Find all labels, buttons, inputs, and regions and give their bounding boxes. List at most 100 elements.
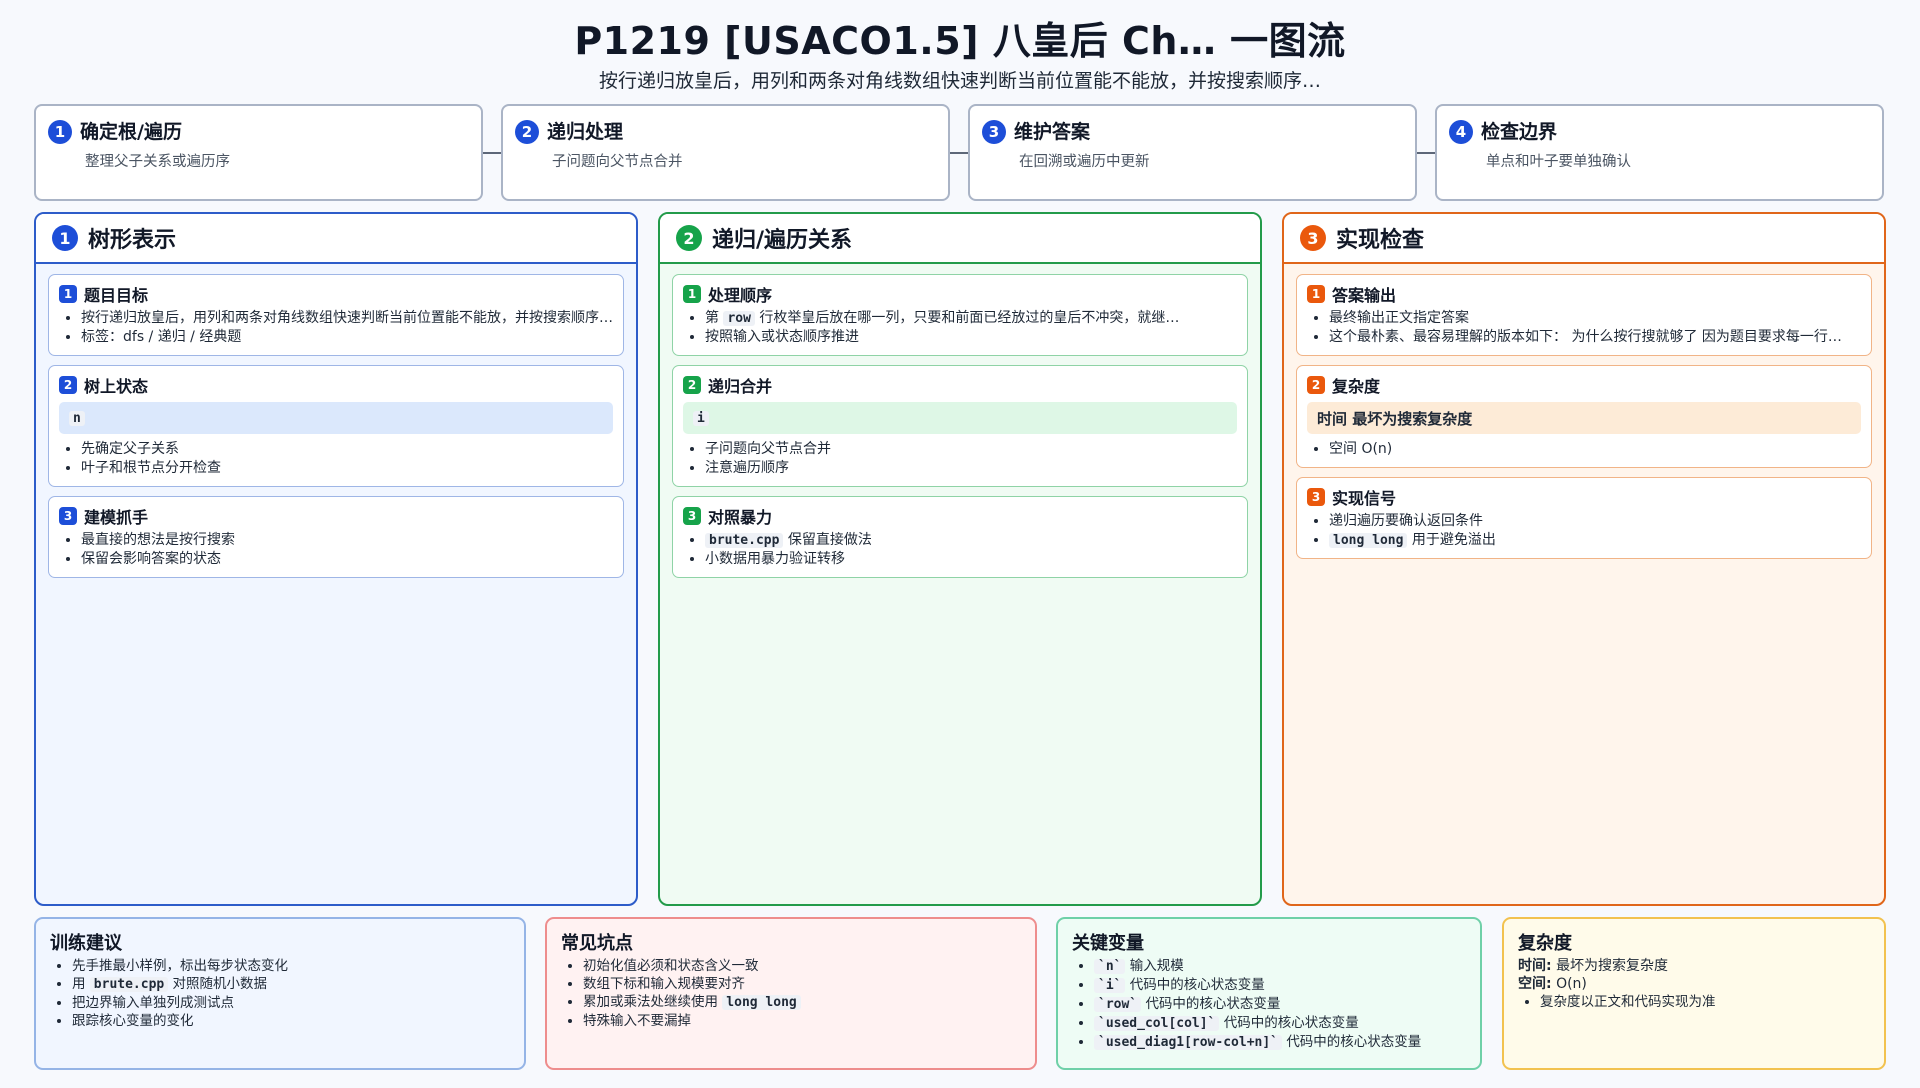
card-number-badge: 1 (59, 285, 77, 303)
column-title: 实现检查 (1336, 228, 1425, 253)
step-number-badge: 4 (1449, 120, 1473, 144)
card-processing-order: 1 处理顺序 第 row 行枚举皇后放在哪一列，只要和前面已经放过的皇后不冲突，就… (672, 274, 1248, 356)
list-item: `i` 代码中的核心状态变量 (1094, 976, 1466, 995)
pitfalls-box: 常见坑点 初始化值必须和状态含义一致 数组下标和输入规模要对齐 累加或乘法处继续… (545, 917, 1037, 1070)
step-description: 子问题向父节点合并 (552, 154, 683, 170)
list-item: `n` 输入规模 (1094, 957, 1466, 976)
card-title: 答案输出 (1332, 286, 1397, 305)
page-subtitle: 按行递归放皇后，用列和两条对角线数组快速判断当前位置能不能放，并按搜索顺序… (598, 70, 1321, 92)
complexity-box: 复杂度 时间: 最坏为搜索复杂度 空间: O(n) 复杂度以正文和代码实现为准 (1502, 917, 1886, 1070)
space-complexity: 空间: O(n) (1518, 975, 1870, 993)
card-title: 递归合并 (708, 377, 773, 396)
list-item: 标签：dfs / 递归 / 经典题 (81, 328, 613, 347)
step-number-badge: 3 (982, 120, 1006, 144)
code-snippet: brute.cpp (705, 533, 784, 548)
list-item: `used_diag1[row-col+n]` 代码中的核心状态变量 (1094, 1033, 1466, 1052)
step-3: 3 维护答案 在回溯或遍历中更新 (968, 104, 1417, 201)
step-title: 检查边界 (1481, 120, 1558, 143)
list-item: 按行递归放皇后，用列和两条对角线数组快速判断当前位置能不能放，并按搜索顺序… (81, 309, 613, 328)
column-title: 树形表示 (88, 228, 177, 253)
card-number-badge: 2 (1307, 376, 1325, 394)
code-snippet: n (69, 410, 85, 426)
list-item: 递归遍历要确认返回条件 (1329, 512, 1861, 531)
value: 最坏为搜索复杂度 (1556, 958, 1669, 974)
list-item: 按照输入或状态顺序推进 (705, 328, 1237, 347)
box-title: 常见坑点 (561, 933, 633, 954)
list-item: `used_col[col]` 代码中的核心状态变量 (1094, 1014, 1466, 1033)
text: 代码中的核心状态变量 (1223, 1015, 1359, 1031)
column-header: 1 树形表示 (36, 214, 636, 264)
header: P1219 [USACO1.5] 八皇后 Ch… 一图流 按行递归放皇后，用列和… (0, 14, 1920, 94)
step-flow: 1 确定根/遍历 整理父子关系或遍历序 2 递归处理 子问题向父节点合并 3 维护答案… (34, 104, 1886, 201)
state-band: n (59, 402, 613, 434)
list-item: 空间 O(n) (1329, 440, 1861, 459)
card-title: 对照暴力 (708, 508, 773, 527)
list-item: 复杂度以正文和代码实现为准 (1540, 993, 1870, 1011)
card-implementation-signal: 3 实现信号 递归遍历要确认返回条件 long long 用于避免溢出 (1296, 477, 1872, 559)
code-snippet: `used_col[col]` (1094, 1016, 1220, 1031)
column-number-badge: 3 (1300, 225, 1326, 251)
code-snippet: `n` (1094, 959, 1126, 974)
time-complexity: 时间: 最坏为搜索复杂度 (1518, 957, 1870, 975)
step-number-badge: 2 (515, 120, 539, 144)
card-title: 复杂度 (1332, 377, 1381, 396)
list-item: 最终输出正文指定答案 (1329, 309, 1861, 328)
card-title: 题目目标 (84, 286, 149, 305)
list-item: 最直接的想法是按行搜索 (81, 531, 613, 550)
step-title: 维护答案 (1014, 120, 1091, 143)
text: 保留直接做法 (787, 532, 872, 548)
page-title: P1219 [USACO1.5] 八皇后 Ch… 一图流 (574, 19, 1346, 63)
text: 代码中的核心状态变量 (1145, 996, 1281, 1012)
card-number-badge: 2 (683, 376, 701, 394)
text: 代码中的核心状态变量 (1286, 1034, 1422, 1050)
list-item: 把边界输入单独列成测试点 (72, 994, 510, 1012)
column-recursion-relation: 2 递归/遍历关系 1 处理顺序 第 row 行枚举皇后放在哪一列，只要和前面已经… (658, 212, 1262, 906)
list-item: 第 row 行枚举皇后放在哪一列，只要和前面已经放过的皇后不冲突，就继… (705, 309, 1237, 328)
code-snippet: row (723, 311, 755, 326)
list-item: 注意遍历顺序 (705, 459, 1237, 478)
card-number-badge: 2 (59, 376, 77, 394)
code-snippet: `used_diag1[row-col+n]` (1094, 1035, 1283, 1050)
box-title: 关键变量 (1072, 933, 1144, 954)
list-item: 这个最朴素、最容易理解的版本如下： 为什么按行搜就够了 因为题目要求每一行… (1329, 328, 1861, 347)
text: 累加或乘法处继续使用 (583, 994, 718, 1010)
step-2: 2 递归处理 子问题向父节点合并 (501, 104, 950, 201)
box-title: 训练建议 (50, 933, 122, 954)
card-number-badge: 3 (59, 507, 77, 525)
card-title: 建模抓手 (84, 508, 149, 527)
card-answer-output: 1 答案输出 最终输出正文指定答案 这个最朴素、最容易理解的版本如下： 为什么按行… (1296, 274, 1872, 356)
column-number-badge: 1 (52, 225, 78, 251)
training-tips-box: 训练建议 先手推最小样例，标出每步状态变化 用 brute.cpp 对照随机小数… (34, 917, 526, 1070)
box-title: 复杂度 (1518, 933, 1572, 954)
card-title: 树上状态 (84, 377, 149, 396)
step-connector (950, 152, 970, 154)
code-snippet: `row` (1094, 997, 1142, 1012)
key-variables-box: 关键变量 `n` 输入规模 `i` 代码中的核心状态变量 `row` 代码中的核… (1056, 917, 1482, 1070)
list-item: 初始化值必须和状态含义一致 (583, 957, 1021, 975)
list-item: 保留会影响答案的状态 (81, 550, 613, 569)
column-tree-representation: 1 树形表示 1 题目目标 按行递归放皇后，用列和两条对角线数组快速判断当前位置能… (34, 212, 638, 906)
list-item: 先确定父子关系 (81, 440, 613, 459)
code-snippet: long long (722, 995, 801, 1010)
card-modeling: 3 建模抓手 最直接的想法是按行搜索 保留会影响答案的状态 (48, 496, 624, 578)
list-item: 子问题向父节点合并 (705, 440, 1237, 459)
code-snippet: brute.cpp (89, 977, 169, 992)
label: 时间: (1518, 958, 1552, 974)
text: 输入规模 (1129, 958, 1184, 974)
step-4: 4 检查边界 单点和叶子要单独确认 (1435, 104, 1884, 201)
list-item: 先手推最小样例，标出每步状态变化 (72, 957, 510, 975)
text: 对照随机小数据 (172, 976, 268, 992)
list-item: 特殊输入不要漏掉 (583, 1012, 1021, 1030)
step-description: 单点和叶子要单独确认 (1486, 154, 1631, 170)
list-item: 小数据用暴力验证转移 (705, 550, 1237, 569)
card-title: 处理顺序 (708, 286, 773, 305)
list-item: 叶子和根节点分开检查 (81, 459, 613, 478)
card-recursive-merge: 2 递归合并 i 子问题向父节点合并 注意遍历顺序 (672, 365, 1248, 487)
list-item: 用 brute.cpp 对照随机小数据 (72, 975, 510, 994)
card-number-badge: 1 (1307, 285, 1325, 303)
list-item: 累加或乘法处继续使用 long long (583, 993, 1021, 1012)
text: 第 (705, 310, 719, 326)
step-description: 在回溯或遍历中更新 (1019, 154, 1150, 170)
label: 空间: (1518, 976, 1552, 992)
complexity-band: 时间 最坏为搜索复杂度 (1307, 402, 1861, 434)
